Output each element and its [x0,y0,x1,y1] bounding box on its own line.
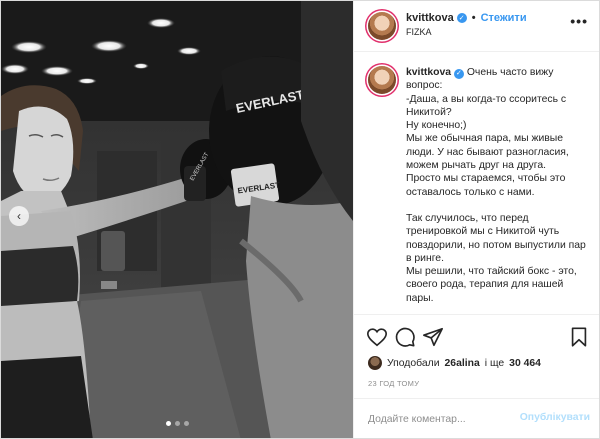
likes-count[interactable]: 30 464 [509,358,541,369]
share-icon[interactable] [422,326,444,348]
liker-username[interactable]: 26alina [445,358,480,369]
avatar[interactable] [368,12,396,40]
instagram-post: EVERLAST EVERLAST EVERLAST ‹ kvittkova ✓… [0,0,600,439]
add-comment-bar: Опублікувати [354,398,599,438]
caption-line: Ну конечно;) [406,120,467,132]
avatar[interactable] [368,66,396,94]
publish-button[interactable]: Опублікувати [520,412,590,423]
verified-badge-icon: ✓ [453,68,464,79]
verified-badge-icon: ✓ [456,13,467,23]
likes-connector: і ще [484,357,505,369]
carousel-dot [165,421,171,426]
caption-line: Мы решили, что тайский бокс - это, своег… [406,266,577,304]
caption-line: Так случилось, что перед тренировкой мы … [406,212,586,264]
caption-line: Мы же обычная пара, мы живые люди. У нас… [406,133,569,172]
carousel-indicator [1,421,353,426]
post-timestamp[interactable]: 23 ГОД ТОМУ [368,379,419,388]
likes-summary: Уподобали 26alina і ще 30 464 [368,356,541,370]
post-sidebar: kvittkova ✓ • Стежити FIZKA ••• kvittkov… [353,1,599,438]
bookmark-icon[interactable] [568,326,590,348]
heart-icon[interactable] [366,326,388,348]
likes-prefix: Уподобали [387,357,440,369]
post-header: kvittkova ✓ • Стежити FIZKA ••• [354,1,599,52]
comment-icon[interactable] [394,326,416,348]
username-link[interactable]: kvittkova [406,12,454,24]
boxing-photo: EVERLAST EVERLAST EVERLAST [1,1,353,438]
liker-avatar [368,356,382,370]
follow-button[interactable]: Стежити [481,12,527,24]
chevron-left-icon: ‹ [17,208,21,223]
carousel-dot [183,421,189,426]
caption-line: Просто мы стараемся, чтобы это оставалос… [406,173,566,198]
separator-dot: • [471,12,476,24]
header-user-line: kvittkova ✓ • Стежити [406,12,527,24]
carousel-dot [174,421,180,426]
location-link[interactable]: FIZKA [406,27,432,37]
caption-username[interactable]: kvittkova [406,67,451,78]
post-photo[interactable]: EVERLAST EVERLAST EVERLAST ‹ [1,1,353,438]
post-caption: kvittkova ✓ Очень часто вижу вопрос: -Да… [406,66,591,305]
caption-line: -Даша, а вы когда-то ссоритесь с Никитой… [406,93,567,118]
carousel-prev-button[interactable]: ‹ [9,206,29,226]
comment-input[interactable] [368,409,518,429]
action-bar [354,314,599,354]
more-options-icon[interactable]: ••• [570,13,588,29]
comments-section: kvittkova ✓ Очень часто вижу вопрос: -Да… [354,52,599,314]
